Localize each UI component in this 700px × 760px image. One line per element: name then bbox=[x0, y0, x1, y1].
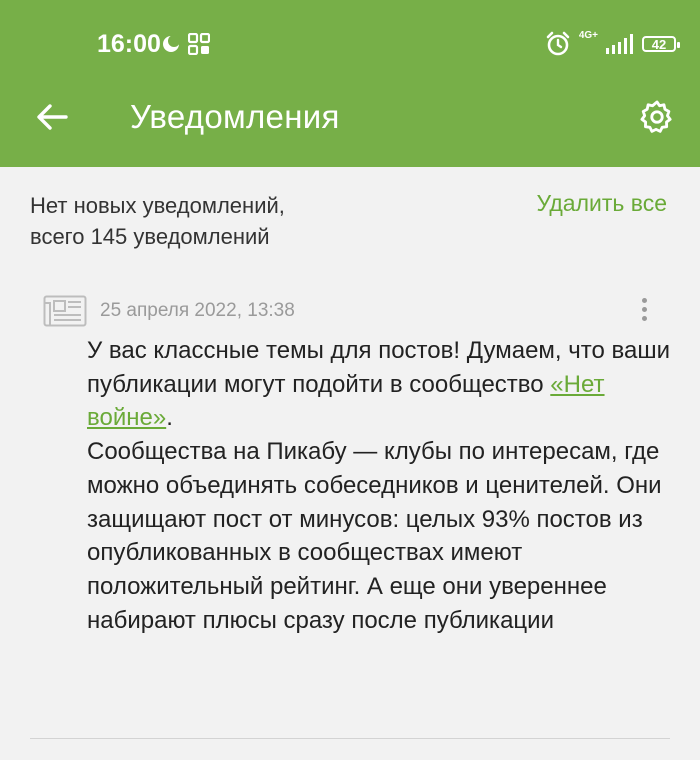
notification-text: У вас классные темы для постов! Думаем, … bbox=[87, 334, 677, 637]
more-dot bbox=[641, 316, 647, 321]
newspaper-icon bbox=[43, 295, 87, 327]
status-time: 16:00 bbox=[97, 30, 161, 58]
summary-line-new: Нет новых уведомлений, bbox=[30, 193, 285, 218]
notification-summary: Нет новых уведомлений, всего 145 уведомл… bbox=[30, 190, 285, 252]
notification-text-body: Сообщества на Пикабу — клубы по интереса… bbox=[87, 438, 662, 634]
delete-all-button[interactable]: Удалить все bbox=[537, 190, 667, 217]
notification-text-period: . bbox=[166, 404, 173, 432]
signal-icon bbox=[606, 34, 633, 54]
summary-line-total: всего 145 уведомлений bbox=[30, 224, 270, 249]
battery-icon: 42 bbox=[642, 36, 680, 52]
battery-level: 42 bbox=[651, 36, 667, 52]
more-dot bbox=[641, 307, 647, 312]
status-icons-right: 4G+ 42 bbox=[545, 30, 680, 57]
alarm-icon bbox=[546, 31, 570, 56]
network-type: 4G+ bbox=[578, 30, 598, 41]
more-options-button[interactable] bbox=[638, 298, 650, 326]
status-icons-left bbox=[162, 33, 210, 55]
notification-date: 25 апреля 2022, 13:38 bbox=[100, 300, 295, 321]
moon-icon bbox=[163, 35, 180, 52]
more-vertical-icon bbox=[641, 298, 647, 303]
back-button[interactable] bbox=[34, 99, 70, 135]
apps-grid-icon bbox=[188, 33, 210, 55]
divider bbox=[30, 738, 670, 739]
page-title: Уведомления bbox=[130, 98, 340, 135]
settings-button[interactable] bbox=[638, 98, 676, 136]
app-header: 16:00 4G+ 42 Уведомления bbox=[0, 0, 700, 167]
